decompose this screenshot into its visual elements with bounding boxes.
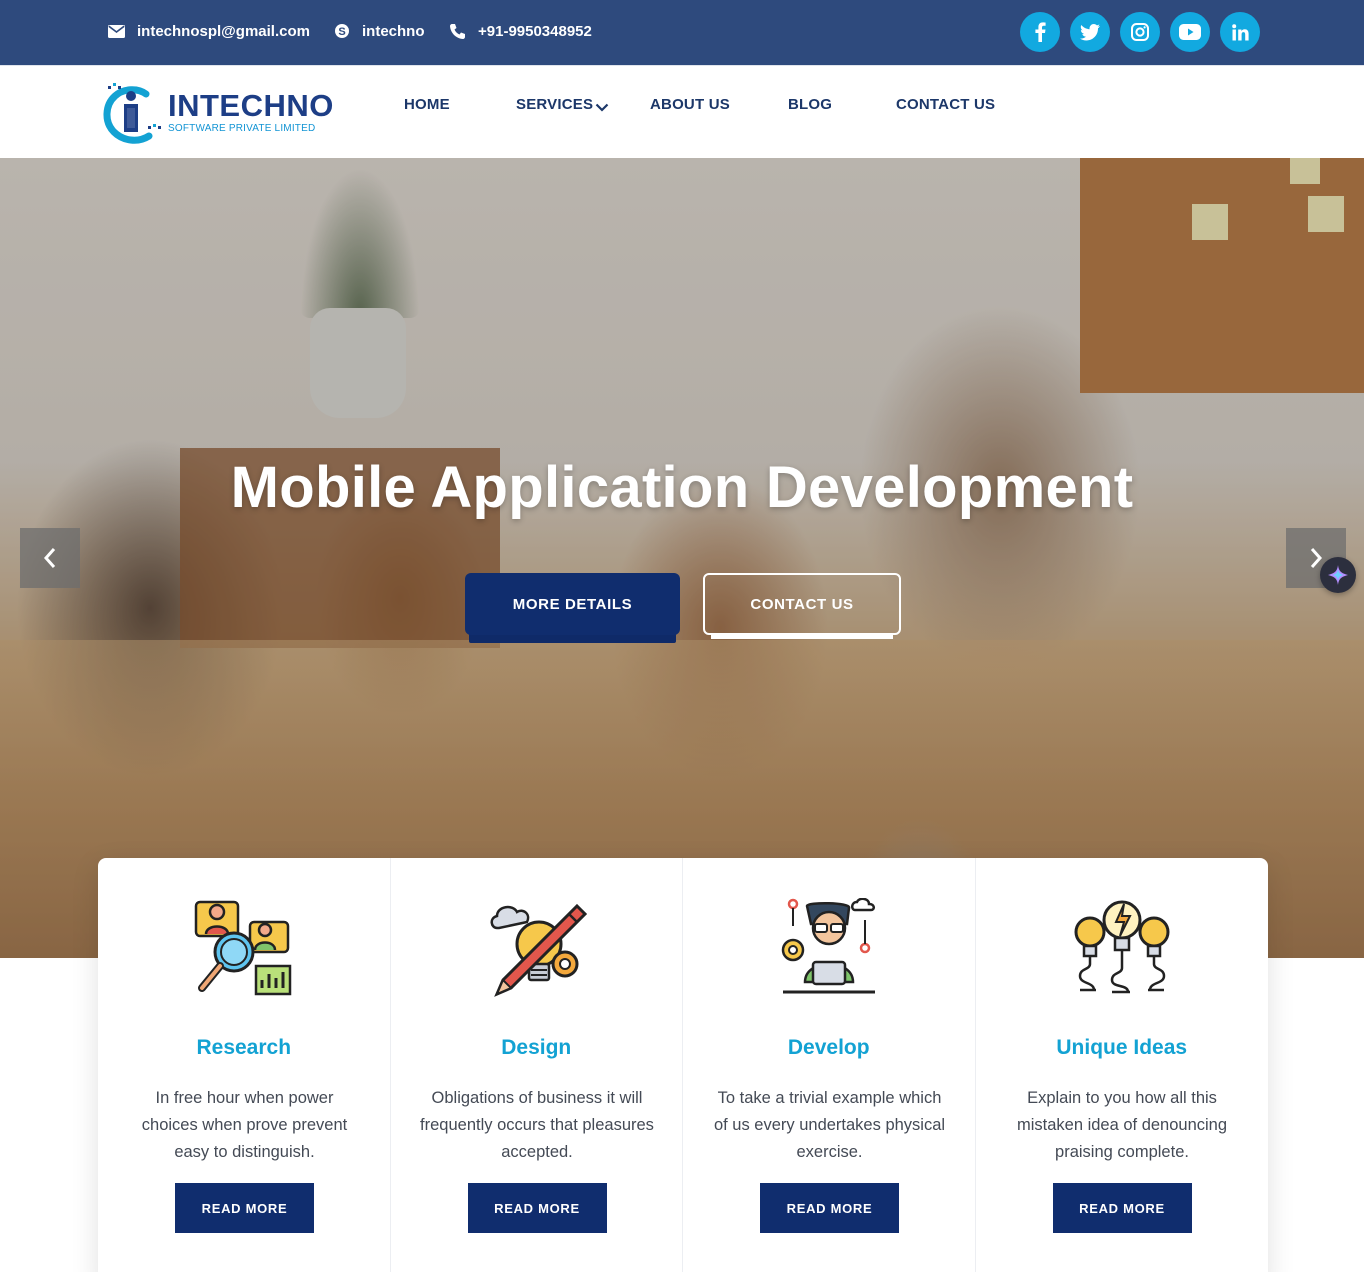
envelope-icon xyxy=(108,24,125,38)
read-more-button[interactable]: READ MORE xyxy=(175,1183,314,1233)
nav-home[interactable]: HOME xyxy=(404,96,450,113)
read-more-button[interactable]: READ MORE xyxy=(1052,1183,1192,1233)
feature-description: To take a trivial example which of us ev… xyxy=(713,1089,946,1161)
chevron-left-icon xyxy=(43,548,56,568)
logo-mark-icon xyxy=(103,83,161,144)
nav-blog[interactable]: BLOG xyxy=(788,96,832,113)
phone-text: +91-9950348952 xyxy=(478,22,592,40)
feature-card-develop: Develop To take a trivial example which … xyxy=(683,858,976,1272)
read-more-button[interactable]: READ MORE xyxy=(467,1183,607,1233)
slider-prev-button[interactable] xyxy=(20,528,80,588)
skype-icon: S xyxy=(335,24,349,38)
chevron-down-icon[interactable] xyxy=(595,103,609,112)
phone-contact[interactable]: +91-9950348952 xyxy=(449,20,592,42)
sparkle-icon xyxy=(1328,565,1348,585)
phone-icon xyxy=(450,23,465,39)
youtube-link[interactable] xyxy=(1170,12,1210,52)
features-panel: Research In free hour when power choices… xyxy=(98,858,1268,1272)
brand-logo[interactable]: INTECHNO SOFTWARE PRIVATE LIMITED xyxy=(102,80,342,146)
facebook-icon xyxy=(1035,22,1046,42)
skype-text: intechno xyxy=(362,22,425,40)
feature-description: Explain to you how all this mistaken ide… xyxy=(1016,1089,1228,1161)
twitter-link[interactable] xyxy=(1070,12,1110,52)
ideas-icon xyxy=(1074,900,1169,994)
email-text: intechnospl@gmail.com xyxy=(137,22,310,40)
feature-description: In free hour when power choices when pro… xyxy=(141,1089,348,1161)
feature-card-research: Research In free hour when power choices… xyxy=(98,858,391,1272)
instagram-icon xyxy=(1131,23,1149,41)
instagram-link[interactable] xyxy=(1120,12,1160,52)
hero-title: Mobile Application Development xyxy=(230,455,1134,520)
svg-text:S: S xyxy=(338,26,345,38)
research-icon xyxy=(194,900,292,996)
brand-tagline: SOFTWARE PRIVATE LIMITED xyxy=(168,123,316,134)
feature-card-ideas: Unique Ideas Explain to you how all this… xyxy=(976,858,1269,1272)
feature-title: Design xyxy=(501,1036,572,1059)
skype-contact[interactable]: S intechno xyxy=(334,20,425,42)
linkedin-icon xyxy=(1231,23,1249,40)
linkedin-link[interactable] xyxy=(1220,12,1260,52)
nav-services[interactable]: SERVICES xyxy=(516,96,593,113)
main-header: INTECHNO SOFTWARE PRIVATE LIMITED HOME S… xyxy=(0,65,1364,158)
feature-title: Research xyxy=(196,1036,292,1059)
feature-card-design: Design Obligations of business it will f… xyxy=(391,858,683,1272)
twitter-icon xyxy=(1080,23,1100,40)
top-bar: intechnospl@gmail.com S intechno +91-995… xyxy=(0,0,1364,65)
feature-title: Unique Ideas xyxy=(1056,1036,1188,1059)
nav-about[interactable]: ABOUT US xyxy=(650,96,730,113)
chevron-right-icon xyxy=(1310,548,1323,568)
nav-contact[interactable]: CONTACT US xyxy=(896,96,995,113)
youtube-icon xyxy=(1179,24,1201,40)
feature-description: Obligations of business it will frequent… xyxy=(420,1089,654,1161)
feature-title: Develop xyxy=(787,1036,870,1059)
read-more-button[interactable]: READ MORE xyxy=(760,1183,899,1233)
design-icon xyxy=(490,903,587,997)
hero-overlay xyxy=(0,158,1364,958)
assistant-sparkle-button[interactable] xyxy=(1320,557,1356,593)
hero-slider: Mobile Application Development MORE DETA… xyxy=(0,158,1364,958)
more-details-button[interactable]: MORE DETAILS xyxy=(465,573,680,635)
brand-name: INTECHNO xyxy=(168,88,334,123)
facebook-link[interactable] xyxy=(1020,12,1060,52)
email-contact[interactable]: intechnospl@gmail.com xyxy=(108,20,310,42)
develop-icon xyxy=(781,898,875,994)
contact-us-button[interactable]: CONTACT US xyxy=(703,573,901,635)
